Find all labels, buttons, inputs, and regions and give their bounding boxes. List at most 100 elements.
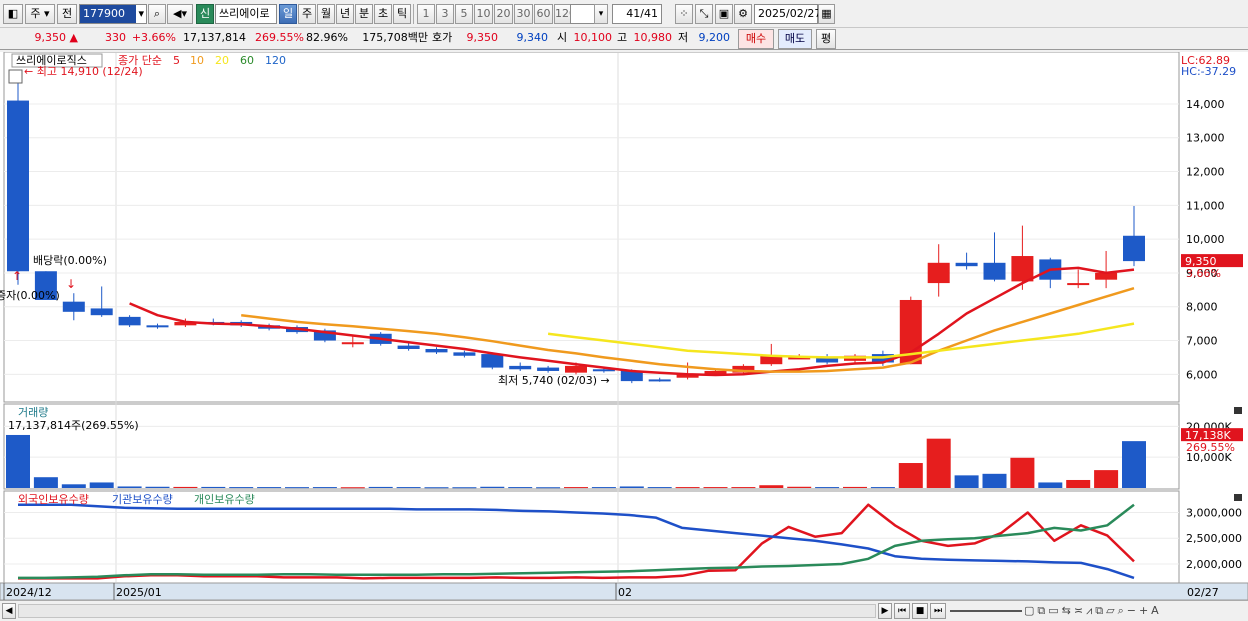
search-icon[interactable]: ⌕	[148, 4, 166, 24]
volume-bar	[1010, 457, 1035, 488]
date-field[interactable]: 2025/02/27	[754, 4, 821, 24]
period-button-1[interactable]: 주	[298, 4, 316, 24]
volume-bar	[173, 486, 198, 488]
volume-bar	[619, 486, 644, 488]
rewind-icon[interactable]: ⏮	[894, 603, 910, 619]
period-button-3[interactable]: 년	[336, 4, 354, 24]
interval-button-10[interactable]: 10	[474, 4, 493, 24]
gear-icon[interactable]: ⚙	[734, 4, 752, 24]
speaker-icon[interactable]: ◀▾	[167, 4, 193, 24]
interval-button-5[interactable]: 5	[455, 4, 473, 24]
volume-bar	[340, 487, 365, 489]
interval-button-1[interactable]: 1	[417, 4, 435, 24]
x-axis-label: 02	[618, 586, 632, 599]
count-total: /41	[640, 7, 658, 20]
period-button-0[interactable]: 일	[279, 4, 297, 24]
period-button-4[interactable]: 분	[355, 4, 373, 24]
average-button[interactable]: 평	[816, 29, 836, 49]
toolbar-top: ◧ 주 ▾ 전 177900 ▾ ⌕ ◀▾ 신 쓰리에이로 일주월년분초틱 135…	[0, 0, 1248, 28]
price-tick-label: 12,000	[1186, 166, 1225, 179]
period-button-5[interactable]: 초	[374, 4, 392, 24]
volume-ratio: 269.55%	[255, 31, 304, 44]
stop-icon[interactable]: ■	[912, 603, 928, 619]
scroll-left-icon[interactable]: ◀	[2, 603, 16, 619]
jeon-button[interactable]: 전	[57, 4, 77, 24]
ma-period-label: 120	[265, 54, 286, 67]
candle-body	[509, 365, 532, 370]
volume-bar	[117, 486, 142, 488]
price-tick-label: 14,000	[1186, 98, 1225, 111]
count-field[interactable]: 41/41	[612, 4, 662, 24]
volume-bar	[368, 486, 393, 488]
buy-button[interactable]: 매수	[738, 29, 774, 49]
count-value: 41	[626, 7, 641, 20]
volume-bar	[33, 477, 58, 488]
volume-bar	[312, 487, 337, 489]
zoom-slider[interactable]	[950, 610, 1022, 612]
candle-body	[927, 262, 950, 284]
period-button-2[interactable]: 월	[317, 4, 335, 24]
forward-icon[interactable]: ⏭	[930, 603, 946, 619]
draw-icon[interactable]: ⤡	[695, 4, 713, 24]
save-icon[interactable]: ▣	[715, 4, 733, 24]
hoga-label: 호가	[432, 31, 453, 44]
volume: 17,137,814	[183, 31, 246, 44]
volume-bar	[6, 434, 30, 488]
volume-bar	[1066, 479, 1091, 488]
volume-bar	[508, 487, 533, 489]
market-label: 주	[30, 7, 41, 20]
price-tick-label: 13,000	[1186, 132, 1225, 145]
code-input[interactable]: 177900 ▾	[79, 4, 147, 24]
volume-bar	[1094, 470, 1119, 488]
scroll-right-icon[interactable]: ▶	[878, 603, 892, 619]
candle-body	[453, 352, 476, 356]
crosshair-icon[interactable]: ⁘	[675, 4, 693, 24]
volume-bar	[954, 475, 979, 488]
horizontal-scrollbar[interactable]	[18, 604, 876, 618]
open-label: 시	[557, 31, 568, 44]
interval-button-20[interactable]: 20	[494, 4, 513, 24]
current-price: 9,350 ▲	[10, 28, 78, 48]
chart-svg[interactable]: 14,00013,00012,00011,00010,0009,0008,000…	[0, 51, 1248, 601]
price-tick-label: 10,000	[1186, 233, 1225, 246]
volume-bar	[564, 487, 588, 489]
candle-body	[425, 348, 448, 353]
low-value: 9,200	[698, 31, 731, 44]
sell-button[interactable]: 매도	[778, 29, 812, 49]
chevron-down-icon[interactable]: ▾	[594, 4, 608, 24]
market-select[interactable]: 주 ▾	[25, 4, 55, 24]
holdings-tick-label: 3,000,000	[1186, 506, 1242, 519]
calendar-icon	[8, 69, 23, 84]
interval-button-30[interactable]: 30	[514, 4, 533, 24]
period-button-6[interactable]: 틱	[393, 4, 411, 24]
volume-bar	[675, 487, 700, 489]
candle-body	[1011, 256, 1034, 282]
interval-button-60[interactable]: 60	[534, 4, 553, 24]
volume-bar	[285, 487, 309, 489]
price-tick-label: 8,000	[1186, 301, 1218, 314]
code-value: 177900	[83, 7, 125, 20]
drawing-tools-icon[interactable]: ▢⧉▭⇆≍⩘⧉▱⌕−+A	[1024, 603, 1242, 619]
low-annotation: 최저 5,740 (02/03) →	[498, 374, 610, 387]
volume-bar	[536, 487, 561, 489]
candle-body	[1123, 235, 1145, 262]
interval-button-3[interactable]: 3	[436, 4, 454, 24]
trade-amount: 175,708백만	[362, 31, 428, 44]
calendar-icon[interactable]: ▦	[818, 4, 835, 24]
chart-menu-icon[interactable]: ◧	[3, 4, 23, 24]
open-value: 10,100	[573, 31, 613, 44]
price-panel	[3, 51, 1180, 403]
volume-bar	[452, 487, 477, 489]
candle-body	[397, 345, 420, 349]
sin-button[interactable]: 신	[196, 4, 214, 24]
volume-bar	[926, 438, 951, 488]
volume-tag-pct: 269.55%	[1186, 441, 1235, 454]
candle-body	[62, 301, 85, 312]
ma-period-label: 60	[240, 54, 254, 67]
volume-bar	[480, 486, 505, 488]
volume-bar	[982, 473, 1007, 488]
price-tick-label: 7,000	[1186, 335, 1218, 348]
volume-bar	[257, 487, 282, 489]
chart-area[interactable]: 14,000 13,000 12,000 11,000 10,000 9,000 8,000…	[0, 51, 1248, 601]
stock-name-field: 쓰리에이로	[215, 4, 277, 24]
